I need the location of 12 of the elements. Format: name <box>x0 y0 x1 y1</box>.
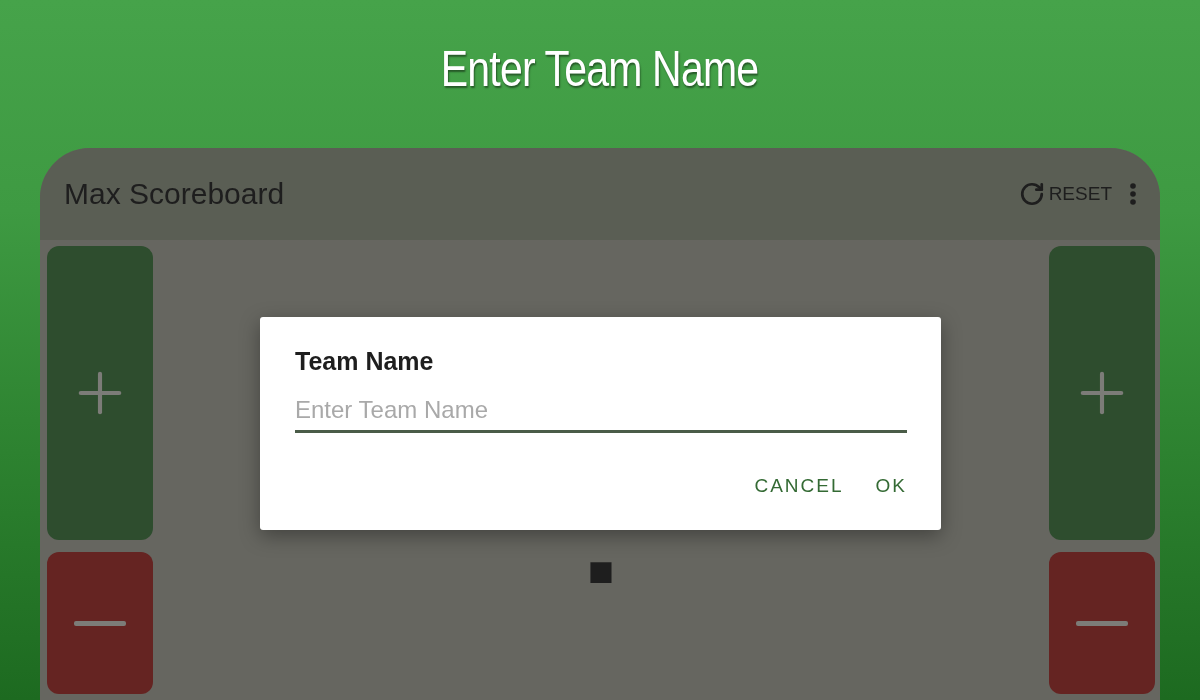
more-icon <box>1130 183 1136 205</box>
app-title: Max Scoreboard <box>64 177 286 211</box>
cancel-button[interactable]: CANCEL <box>742 467 856 505</box>
refresh-icon <box>1018 181 1045 207</box>
minus-icon <box>74 620 126 626</box>
dialog-title: Team Name <box>295 347 435 376</box>
ok-button[interactable]: OK <box>863 467 919 505</box>
promo-title: Enter Team Name <box>441 40 759 98</box>
minus-icon <box>1076 620 1128 626</box>
more-menu-button[interactable] <box>1130 183 1136 205</box>
decrement-button[interactable] <box>1049 552 1155 694</box>
decrement-button[interactable] <box>47 552 153 694</box>
